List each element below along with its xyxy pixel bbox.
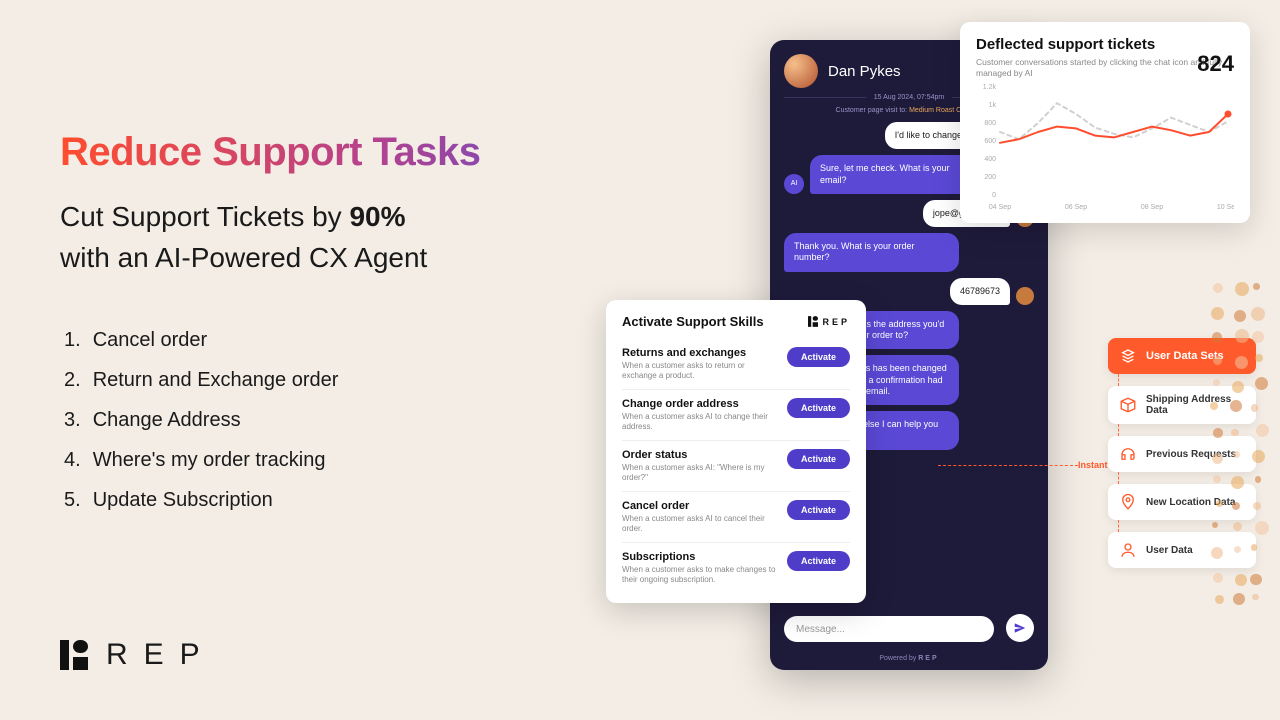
headset-icon xyxy=(1118,444,1138,464)
activate-button[interactable]: Activate xyxy=(787,500,850,520)
pin-icon xyxy=(1118,492,1138,512)
svg-text:200: 200 xyxy=(984,174,996,181)
activate-button[interactable]: Activate xyxy=(787,398,850,418)
svg-text:1k: 1k xyxy=(989,102,997,109)
feature-item: Update Subscription xyxy=(64,480,580,520)
skill-title: Change order address xyxy=(622,398,777,410)
skill-row: Order status When a customer asks AI: "Wh… xyxy=(622,441,850,492)
svg-text:1.2k: 1.2k xyxy=(983,84,997,91)
brand-logo: REP xyxy=(60,638,216,672)
tile-label: Previous Requests xyxy=(1146,449,1236,460)
tile-label: New Location Data xyxy=(1146,497,1235,508)
svg-text:600: 600 xyxy=(984,138,996,145)
svg-text:10 Sep: 10 Sep xyxy=(1217,204,1234,211)
tile-shipping-address[interactable]: Shipping Address Data xyxy=(1108,386,1256,424)
activate-button[interactable]: Activate xyxy=(787,449,850,469)
skill-title: Subscriptions xyxy=(622,551,777,563)
feature-item: Cancel order xyxy=(64,320,580,360)
rep-mark-icon xyxy=(60,640,88,670)
skill-row: Subscriptions When a customer asks to mak… xyxy=(622,543,850,593)
user-message: 46789673 xyxy=(950,278,1010,305)
svg-text:400: 400 xyxy=(984,156,996,163)
feature-item: Where's my order tracking xyxy=(64,440,580,480)
ai-badge-icon: AI xyxy=(784,174,804,194)
tile-label: User Data xyxy=(1146,545,1193,556)
customer-name: Dan Pykes xyxy=(828,63,901,80)
headline: Reduce Support Tasks xyxy=(60,130,580,175)
svg-text:0: 0 xyxy=(992,192,996,199)
feature-list: Cancel order Return and Exchange order C… xyxy=(64,320,580,520)
skill-title: Returns and exchanges xyxy=(622,347,777,359)
customer-avatar xyxy=(784,54,818,88)
subheadline-prefix: Cut Support Tickets by xyxy=(60,201,349,232)
activate-button[interactable]: Activate xyxy=(787,347,850,367)
activate-button[interactable]: Activate xyxy=(787,551,850,571)
powered-by: Powered by REP xyxy=(770,655,1048,662)
svg-text:800: 800 xyxy=(984,120,996,127)
user-icon xyxy=(1118,540,1138,560)
tile-new-location[interactable]: New Location Data xyxy=(1108,484,1256,520)
chat-row-ai: Thank you. What is your order number? xyxy=(784,233,1034,272)
skill-row: Cancel order When a customer asks AI to c… xyxy=(622,492,850,543)
skills-title: Activate Support Skills xyxy=(622,314,764,329)
tile-user-data[interactable]: User Data xyxy=(1108,532,1256,568)
line-chart: 1.2k 1k 800 600 400 200 0 04 Sep 06 Sep 08 Sep 10 … xyxy=(976,83,1234,213)
skill-desc: When a customer asks AI: "Where is my or… xyxy=(622,463,777,483)
brand-logo-small: REP xyxy=(808,316,850,327)
skill-title: Order status xyxy=(622,449,777,461)
stack-icon xyxy=(1118,346,1138,366)
skill-desc: When a customer asks to make changes to … xyxy=(622,565,777,585)
message-input[interactable]: Message... xyxy=(784,616,994,642)
subheadline: Cut Support Tickets by 90% with an AI-Po… xyxy=(60,197,580,278)
support-skills-card: Activate Support Skills REP Returns and … xyxy=(606,300,866,603)
feature-item: Return and Exchange order xyxy=(64,360,580,400)
box-icon xyxy=(1118,395,1138,415)
deflected-tickets-card: Deflected support tickets Customer conve… xyxy=(960,22,1250,223)
tile-previous-requests[interactable]: Previous Requests xyxy=(1108,436,1256,472)
skill-desc: When a customer asks AI to change their … xyxy=(622,412,777,432)
data-tiles: User Data Sets Shipping Address Data Pre… xyxy=(1108,338,1256,580)
skill-title: Cancel order xyxy=(622,500,777,512)
send-button[interactable] xyxy=(1006,614,1034,642)
tile-user-data-sets[interactable]: User Data Sets xyxy=(1108,338,1256,374)
subheadline-percent: 90% xyxy=(349,201,405,232)
skill-row: Change order address When a customer asks… xyxy=(622,390,850,441)
svg-text:08 Sep: 08 Sep xyxy=(1141,204,1163,211)
subheadline-line2: with an AI-Powered CX Agent xyxy=(60,242,427,273)
skill-desc: When a customer asks to return or exchan… xyxy=(622,361,777,381)
user-avatar-small xyxy=(1016,287,1034,305)
ai-message: Thank you. What is your order number? xyxy=(784,233,959,272)
marketing-copy: Reduce Support Tasks Cut Support Tickets… xyxy=(60,130,580,520)
feature-item: Change Address xyxy=(64,400,580,440)
tile-label: Shipping Address Data xyxy=(1146,394,1246,416)
svg-text:06 Sep: 06 Sep xyxy=(1065,204,1087,211)
send-icon xyxy=(1013,621,1027,635)
ai-message: Sure, let me check. What is your email? xyxy=(810,155,985,194)
brand-name: REP xyxy=(106,638,216,672)
skill-desc: When a customer asks AI to cancel their … xyxy=(622,514,777,534)
tile-label: User Data Sets xyxy=(1146,350,1224,362)
svg-text:04 Sep: 04 Sep xyxy=(989,204,1011,211)
skill-row: Returns and exchanges When a customer ask… xyxy=(622,339,850,390)
